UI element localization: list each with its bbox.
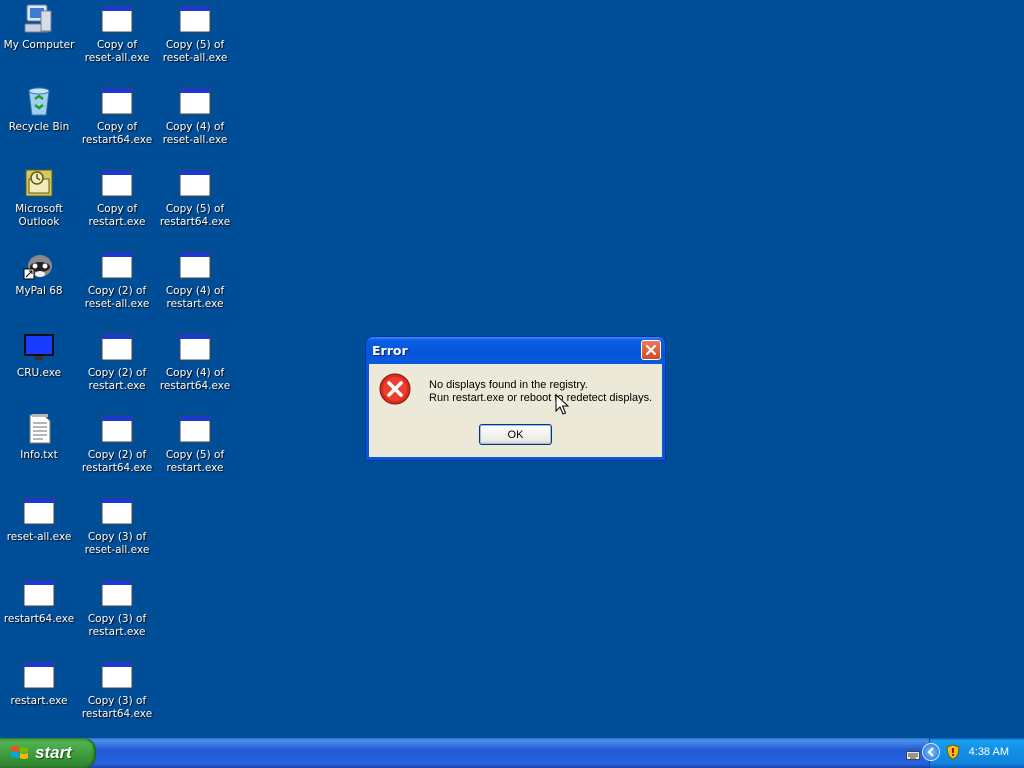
recycle-bin-icon <box>23 85 55 117</box>
desktop-icon-copy2-restart64[interactable]: Copy (2) of restart64.exe <box>78 410 156 490</box>
start-label: start <box>35 743 72 762</box>
exe-window-icon <box>101 249 133 281</box>
icon-label: Copy (5) of restart.exe <box>165 449 225 474</box>
icon-label: Copy (4) of restart64.exe <box>159 367 231 392</box>
icon-label: Copy (3) of reset-all.exe <box>84 531 150 556</box>
desktop-icon-copy-reset-all[interactable]: Copy of reset-all.exe <box>78 0 156 80</box>
exe-window-icon <box>101 331 133 363</box>
icon-label: restart.exe <box>10 695 68 707</box>
desktop-icon-cru[interactable]: CRU.exe <box>0 328 78 408</box>
error-dialog: Error No displays found in the registry.… <box>366 337 665 460</box>
message-line-1: No displays found in the registry. <box>429 379 588 391</box>
icon-label: Copy (2) of reset-all.exe <box>84 285 150 310</box>
dialog-message: No displays found in the registry. Run r… <box>429 379 652 405</box>
desktop-icon-copy2-reset-all[interactable]: Copy (2) of reset-all.exe <box>78 246 156 326</box>
windows-flag-icon <box>11 746 28 759</box>
desktop-icon-copy4-restart[interactable]: Copy (4) of restart.exe <box>156 246 234 326</box>
desktop-icon-recycle-bin[interactable]: Recycle Bin <box>0 82 78 162</box>
icon-label: Copy of restart64.exe <box>81 121 153 146</box>
icon-label: Recycle Bin <box>8 121 70 133</box>
desktop-icon-copy3-reset-all[interactable]: Copy (3) of reset-all.exe <box>78 492 156 572</box>
desktop-icon-restart64[interactable]: restart64.exe <box>0 574 78 654</box>
exe-window-icon <box>101 577 133 609</box>
exe-window-icon <box>101 413 133 445</box>
message-line-2: Run restart.exe or reboot to redetect di… <box>429 392 653 404</box>
icon-label: CRU.exe <box>16 367 62 379</box>
desktop-icon-copy-restart64[interactable]: Copy of restart64.exe <box>78 82 156 162</box>
desktop-icon-copy4-reset-all[interactable]: Copy (4) of reset-all.exe <box>156 82 234 162</box>
system-tray: 4:38 AM <box>922 738 1024 768</box>
start-button[interactable]: start <box>0 738 96 768</box>
icon-label: Copy (5) of reset-all.exe <box>162 39 228 64</box>
dialog-title: Error <box>372 343 408 358</box>
exe-window-icon <box>101 659 133 691</box>
icon-label: Copy (5) of restart64.exe <box>159 203 231 228</box>
icon-label: Copy (3) of restart.exe <box>87 613 147 638</box>
keyboard-icon[interactable] <box>906 746 920 765</box>
taskbar-clock[interactable]: 4:38 AM <box>969 746 1009 758</box>
desktop-icon-reset-all[interactable]: reset-all.exe <box>0 492 78 572</box>
desktop-icon-copy5-restart64[interactable]: Copy (5) of restart64.exe <box>156 164 234 244</box>
icon-label: My Computer <box>3 39 75 51</box>
desktop-icon-copy3-restart64[interactable]: Copy (3) of restart64.exe <box>78 656 156 736</box>
outlook-icon <box>23 167 55 199</box>
dialog-titlebar[interactable]: Error <box>366 337 665 364</box>
chevron-left-icon <box>927 747 934 757</box>
icon-label: MyPal 68 <box>15 285 63 297</box>
icon-label: restart64.exe <box>3 613 75 625</box>
desktop-icon-copy3-restart[interactable]: Copy (3) of restart.exe <box>78 574 156 654</box>
icon-label: Info.txt <box>20 449 58 461</box>
dialog-body: No displays found in the registry. Run r… <box>369 364 662 457</box>
icon-label: Copy (2) of restart64.exe <box>81 449 153 474</box>
monitor-icon <box>23 331 55 363</box>
error-icon <box>379 373 411 405</box>
desktop-icon-restart[interactable]: restart.exe <box>0 656 78 736</box>
ok-button[interactable]: OK <box>479 424 552 445</box>
exe-window-icon <box>179 331 211 363</box>
taskbar: start 4:38 AM <box>0 738 1024 768</box>
icon-label: Copy of reset-all.exe <box>84 39 150 64</box>
desktop-icon-copy5-reset-all[interactable]: Copy (5) of reset-all.exe <box>156 0 234 80</box>
close-icon <box>645 344 657 356</box>
text-file-icon <box>23 413 55 445</box>
desktop-icon-outlook[interactable]: Microsoft Outlook <box>0 164 78 244</box>
desktop-icon-copy5-restart[interactable]: Copy (5) of restart.exe <box>156 410 234 490</box>
exe-window-icon <box>101 85 133 117</box>
mouse-cursor-icon <box>555 393 570 420</box>
desktop-icon-copy2-restart[interactable]: Copy (2) of restart.exe <box>78 328 156 408</box>
mypal-icon <box>23 249 55 281</box>
icon-label: Microsoft Outlook <box>15 203 63 228</box>
exe-window-icon <box>179 167 211 199</box>
icon-label: Copy (3) of restart64.exe <box>81 695 153 720</box>
exe-window-icon <box>101 167 133 199</box>
close-button[interactable] <box>641 340 661 360</box>
desktop-icon-copy4-restart64[interactable]: Copy (4) of restart64.exe <box>156 328 234 408</box>
security-shield-icon[interactable] <box>946 744 960 764</box>
exe-window-icon <box>23 577 55 609</box>
exe-window-icon <box>179 249 211 281</box>
icon-label: Copy (2) of restart.exe <box>87 367 147 392</box>
exe-window-icon <box>101 495 133 527</box>
exe-window-icon <box>179 413 211 445</box>
exe-window-icon <box>101 3 133 35</box>
icon-label: Copy of restart.exe <box>88 203 146 228</box>
icon-label: Copy (4) of reset-all.exe <box>162 121 228 146</box>
exe-window-icon <box>179 3 211 35</box>
desktop-icon-info-txt[interactable]: Info.txt <box>0 410 78 490</box>
icon-label: reset-all.exe <box>6 531 72 543</box>
desktop-icon-copy-restart[interactable]: Copy of restart.exe <box>78 164 156 244</box>
show-hidden-icons-button[interactable] <box>922 743 940 761</box>
my-computer-icon <box>23 3 55 35</box>
icon-label: Copy (4) of restart.exe <box>165 285 225 310</box>
exe-window-icon <box>23 495 55 527</box>
exe-window-icon <box>179 85 211 117</box>
desktop-icon-mypal[interactable]: MyPal 68 <box>0 246 78 326</box>
exe-window-icon <box>23 659 55 691</box>
desktop-icon-my-computer[interactable]: My Computer <box>0 0 78 80</box>
